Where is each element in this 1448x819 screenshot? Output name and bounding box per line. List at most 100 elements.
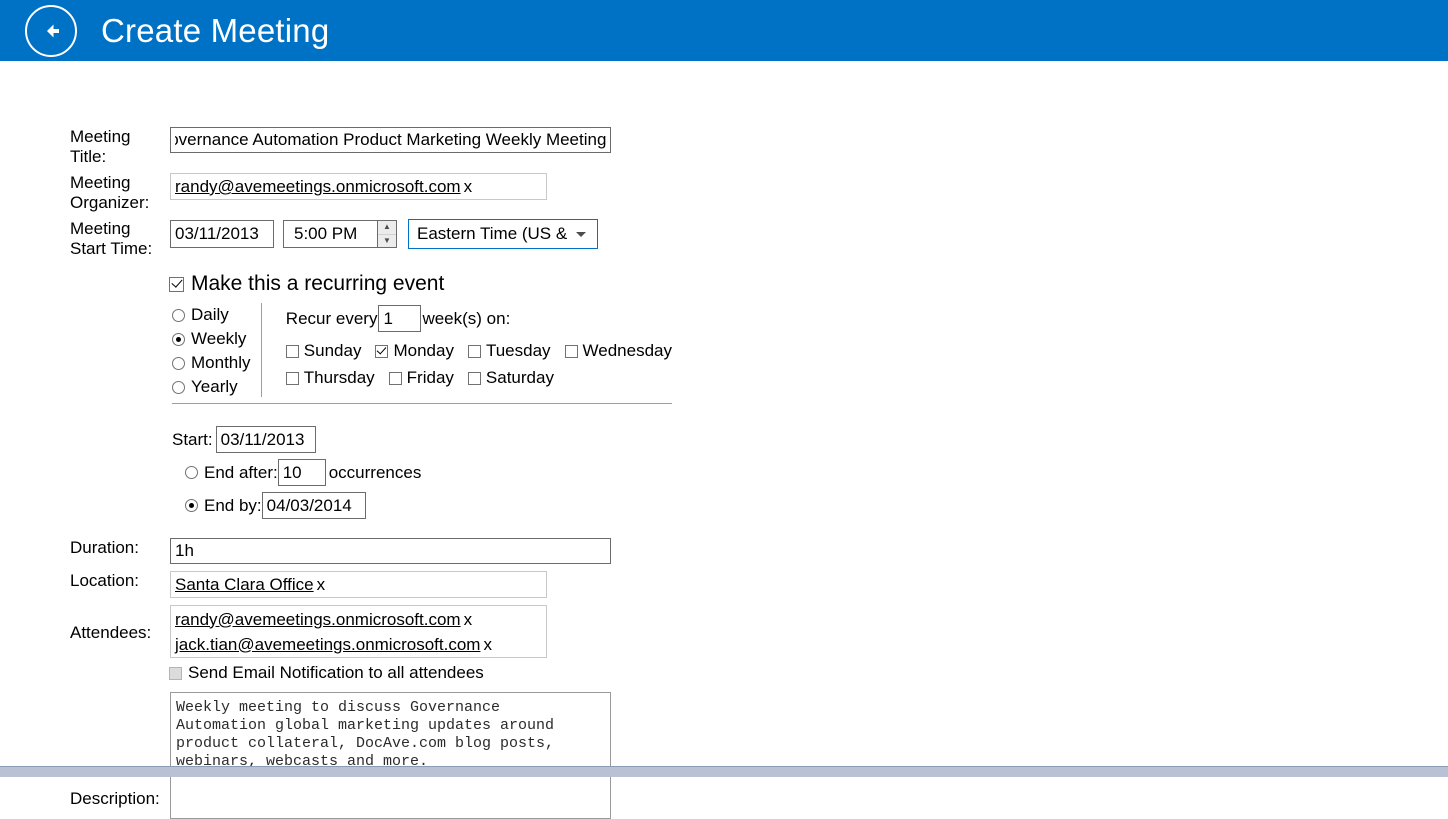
range-start-label: Start: [172,429,213,449]
location-row: Location: Santa Clara Office x [0,571,1448,598]
time-spinner[interactable]: ▲ ▼ [377,220,397,248]
description-textarea[interactable]: Weekly meeting to discuss Governance Aut… [170,692,611,819]
sunday-label: Sunday [303,341,362,360]
remove-attendee-button[interactable]: x [483,635,492,654]
sunday-checkbox[interactable] [285,344,299,358]
frequency-option-yearly[interactable]: Yearly [172,377,261,397]
range-start-row: Start: [172,426,1448,453]
attendees-label: Attendees: [70,623,152,642]
monthly-radio[interactable] [172,356,185,370]
frequency-option-weekly[interactable]: Weekly [172,329,261,349]
timezone-select[interactable]: Eastern Time (US & [408,219,598,249]
frequency-option-daily[interactable]: Daily [172,305,261,325]
friday-label: Friday [406,368,454,387]
tuesday-checkbox[interactable] [467,344,481,358]
remove-location-button[interactable]: x [317,575,326,594]
start-date-input[interactable] [170,220,274,248]
range-end-by-row[interactable]: End by: [172,492,1448,519]
description-label: Description: [70,789,160,808]
meeting-title-label: Meeting Title: [70,127,131,166]
meeting-start-time-row: Meeting Start Time: ▲ ▼ Eastern Time (US… [0,219,1448,259]
weekday-tuesday[interactable]: Tuesday [467,341,551,361]
attendee-token: jack.tian@avemeetings.onmicrosoft.com x [175,632,542,657]
weekday-sunday[interactable]: Sunday [285,341,362,361]
timezone-value: Eastern Time (US & [417,224,568,243]
meeting-organizer-field[interactable]: randy@avemeetings.onmicrosoft.com x [170,173,547,200]
yearly-label: Yearly [191,377,238,396]
monday-checkbox[interactable] [375,344,389,358]
footer-bar [0,766,1448,777]
weekday-wednesday[interactable]: Wednesday [564,341,672,361]
chevron-down-icon[interactable]: ▼ [378,235,396,248]
daily-label: Daily [191,305,229,324]
thursday-checkbox[interactable] [285,371,299,385]
weekday-friday[interactable]: Friday [388,368,454,388]
meeting-start-time-label: Meeting Start Time: [70,219,153,258]
location-field[interactable]: Santa Clara Office x [170,571,547,598]
occurrences-label: occurrences [328,462,422,482]
recur-every-prefix: Recur every [285,308,378,328]
location-token: Santa Clara Office x [175,572,325,597]
recurrence-pattern-panel: Daily Weekly Monthly Yearly Recur every … [172,303,672,404]
attendee-address[interactable]: jack.tian@avemeetings.onmicrosoft.com [175,635,480,654]
organizer-address[interactable]: randy@avemeetings.onmicrosoft.com [175,177,461,196]
attendee-token: randy@avemeetings.onmicrosoft.com x [175,607,542,632]
send-email-notification-checkbox [169,666,182,680]
end-after-occurrences-input[interactable] [277,459,326,486]
tuesday-label: Tuesday [485,341,551,360]
recurring-event-checkbox[interactable] [169,276,184,292]
back-button[interactable] [25,4,77,57]
send-email-notification-label: Send Email Notification to all attendees [188,663,484,682]
duration-input[interactable] [170,538,611,564]
weekly-settings: Recur every week(s) on: Sunday Monday [262,303,672,397]
location-value[interactable]: Santa Clara Office [175,575,314,594]
frequency-option-monthly[interactable]: Monthly [172,353,261,373]
recurring-event-toggle[interactable]: Make this a recurring event [169,272,1448,296]
attendee-address[interactable]: randy@avemeetings.onmicrosoft.com [175,610,461,629]
friday-checkbox[interactable] [388,371,402,385]
thursday-label: Thursday [303,368,375,387]
end-by-label: End by: [204,495,262,515]
end-by-date-input[interactable] [261,492,366,519]
send-email-notification-row: Send Email Notification to all attendees [169,663,1448,683]
create-meeting-form: Meeting Title: Meeting Organizer: randy@… [0,61,1448,819]
arrow-left-circle-icon [38,18,64,44]
end-by-radio[interactable] [185,499,198,512]
daily-radio[interactable] [172,308,185,322]
saturday-checkbox[interactable] [467,371,481,385]
recur-every-row: Recur every week(s) on: [286,305,672,332]
weekday-monday[interactable]: Monday [375,341,454,361]
weekday-saturday[interactable]: Saturday [467,368,554,388]
saturday-label: Saturday [485,368,554,387]
attendees-field[interactable]: randy@avemeetings.onmicrosoft.com x jack.… [170,605,547,658]
range-start-input[interactable] [215,426,316,453]
attendees-row: Attendees: randy@avemeetings.onmicrosoft… [0,605,1448,658]
start-time-input[interactable] [283,220,377,248]
weekday-thursday[interactable]: Thursday [285,368,375,388]
weekday-checkboxes: Sunday Monday Tuesday Wednesday Thursday… [285,341,672,388]
remove-attendee-button[interactable]: x [464,610,473,629]
meeting-organizer-label: Meeting Organizer: [70,173,150,212]
wednesday-label: Wednesday [582,341,672,360]
recurring-event-label: Make this a recurring event [191,272,445,295]
end-after-radio[interactable] [185,466,198,479]
wednesday-checkbox[interactable] [564,344,578,358]
recur-every-suffix: week(s) on: [422,308,511,328]
yearly-radio[interactable] [172,380,185,394]
page-title: Create Meeting [101,12,330,49]
weekday-row-2: Thursday Friday Saturday [285,368,672,388]
end-after-label: End after: [204,462,278,482]
meeting-title-input[interactable] [170,127,611,153]
range-end-after-row[interactable]: End after: occurrences [172,459,1448,486]
recur-interval-input[interactable] [378,305,422,332]
weekly-radio[interactable] [172,332,185,346]
chevron-down-icon[interactable] [576,231,586,237]
location-label: Location: [70,571,139,590]
duration-row: Duration: [0,538,1448,564]
organizer-token: randy@avemeetings.onmicrosoft.com x [175,174,472,199]
recurrence-range: Start: End after: occurrences End by: [172,426,1448,519]
remove-organizer-button[interactable]: x [464,177,473,196]
page-header: Create Meeting [0,0,1448,61]
chevron-up-icon[interactable]: ▲ [378,221,396,235]
monthly-label: Monthly [191,353,251,372]
